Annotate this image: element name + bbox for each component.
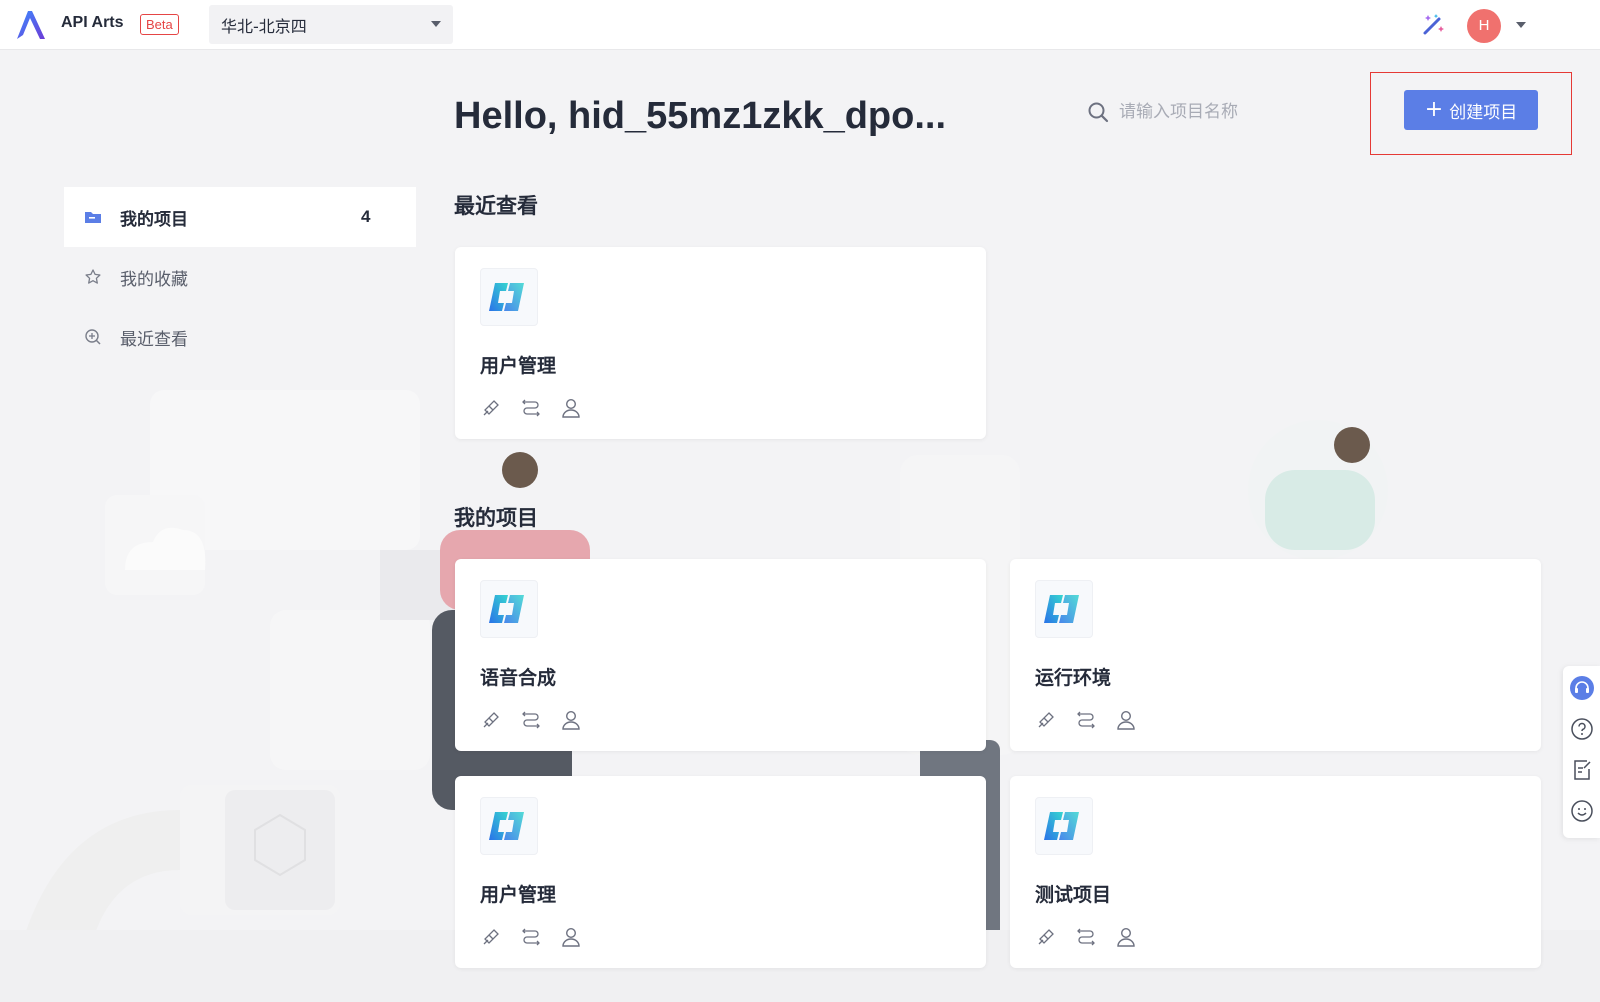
project-card[interactable]: 测试项目 [1010, 776, 1541, 968]
chevron-down-icon [431, 21, 441, 27]
project-logo-icon [480, 268, 538, 326]
member-icon[interactable] [560, 397, 582, 419]
test-flow-icon[interactable] [520, 709, 542, 731]
api-interface-icon[interactable] [480, 709, 502, 731]
app-name[interactable]: API Arts [61, 14, 124, 32]
member-icon[interactable] [560, 709, 582, 731]
project-card-actions [1035, 709, 1137, 731]
project-card[interactable]: 用户管理 [455, 247, 986, 439]
member-icon[interactable] [560, 926, 582, 948]
star-icon [84, 268, 102, 286]
project-card[interactable]: 用户管理 [455, 776, 986, 968]
beta-badge: Beta [140, 14, 179, 35]
test-flow-icon[interactable] [1075, 709, 1097, 731]
project-logo-icon [1035, 797, 1093, 855]
sidebar-item-my-projects[interactable]: 我的项目 4 [64, 187, 416, 247]
api-interface-icon[interactable] [480, 926, 502, 948]
test-flow-icon[interactable] [520, 926, 542, 948]
sidebar-item-label: 我的收藏 [120, 269, 188, 290]
project-count-badge: 4 [361, 207, 371, 226]
create-project-button[interactable]: + 创建项目 [1404, 90, 1538, 130]
project-card-actions [480, 926, 582, 948]
project-logo-icon [480, 580, 538, 638]
create-project-label: 创建项目 [1449, 102, 1518, 123]
test-flow-icon[interactable] [520, 397, 542, 419]
member-icon[interactable] [1115, 709, 1137, 731]
feedback-icon[interactable] [1570, 758, 1594, 782]
plus-icon: + [1424, 97, 1444, 122]
api-interface-icon[interactable] [1035, 926, 1057, 948]
user-menu-chevron-icon[interactable] [1516, 22, 1526, 28]
api-interface-icon[interactable] [1035, 709, 1057, 731]
help-icon[interactable] [1570, 717, 1594, 741]
project-name: 运行环境 [1035, 667, 1112, 689]
floating-toolbar [1563, 666, 1600, 838]
test-flow-icon[interactable] [1075, 926, 1097, 948]
project-name: 用户管理 [480, 355, 557, 377]
project-card-actions [480, 397, 582, 419]
page-greeting: Hello, hid_55mz1zkk_dpo... [454, 95, 947, 137]
project-card-actions [1035, 926, 1137, 948]
member-icon[interactable] [1115, 926, 1137, 948]
recent-section-title: 最近查看 [454, 194, 538, 218]
region-select-value: 华北-北京四 [221, 16, 307, 36]
sidebar-item-label: 我的项目 [120, 209, 188, 230]
avatar[interactable]: H [1467, 9, 1501, 43]
project-logo-icon [1035, 580, 1093, 638]
region-select[interactable]: 华北-北京四 [209, 5, 453, 44]
api-arts-logo-icon[interactable] [14, 8, 48, 42]
project-card[interactable]: 运行环境 [1010, 559, 1541, 751]
sidebar-item-recent[interactable]: 最近查看 [64, 307, 416, 367]
project-name: 测试项目 [1035, 884, 1112, 906]
project-logo-icon [480, 797, 538, 855]
recent-icon [84, 328, 102, 346]
customer-service-icon[interactable] [1569, 676, 1594, 700]
project-card[interactable]: 语音合成 [455, 559, 986, 751]
sidebar-item-label: 最近查看 [120, 329, 188, 350]
project-card-actions [480, 709, 582, 731]
magic-wand-icon[interactable] [1420, 12, 1446, 38]
project-search [1087, 96, 1347, 128]
satisfaction-icon[interactable] [1570, 799, 1594, 823]
project-name: 语音合成 [480, 667, 557, 689]
search-input[interactable] [1119, 102, 1339, 122]
project-name: 用户管理 [480, 884, 557, 906]
sidebar: 我的项目 4 我的收藏 最近查看 [64, 187, 416, 367]
api-interface-icon[interactable] [480, 397, 502, 419]
search-icon [1088, 102, 1109, 123]
my-projects-section-title: 我的项目 [454, 506, 538, 530]
sidebar-item-favorites[interactable]: 我的收藏 [64, 247, 416, 307]
folder-icon [84, 208, 102, 226]
top-bar: API Arts Beta 华北-北京四 H [0, 0, 1600, 50]
